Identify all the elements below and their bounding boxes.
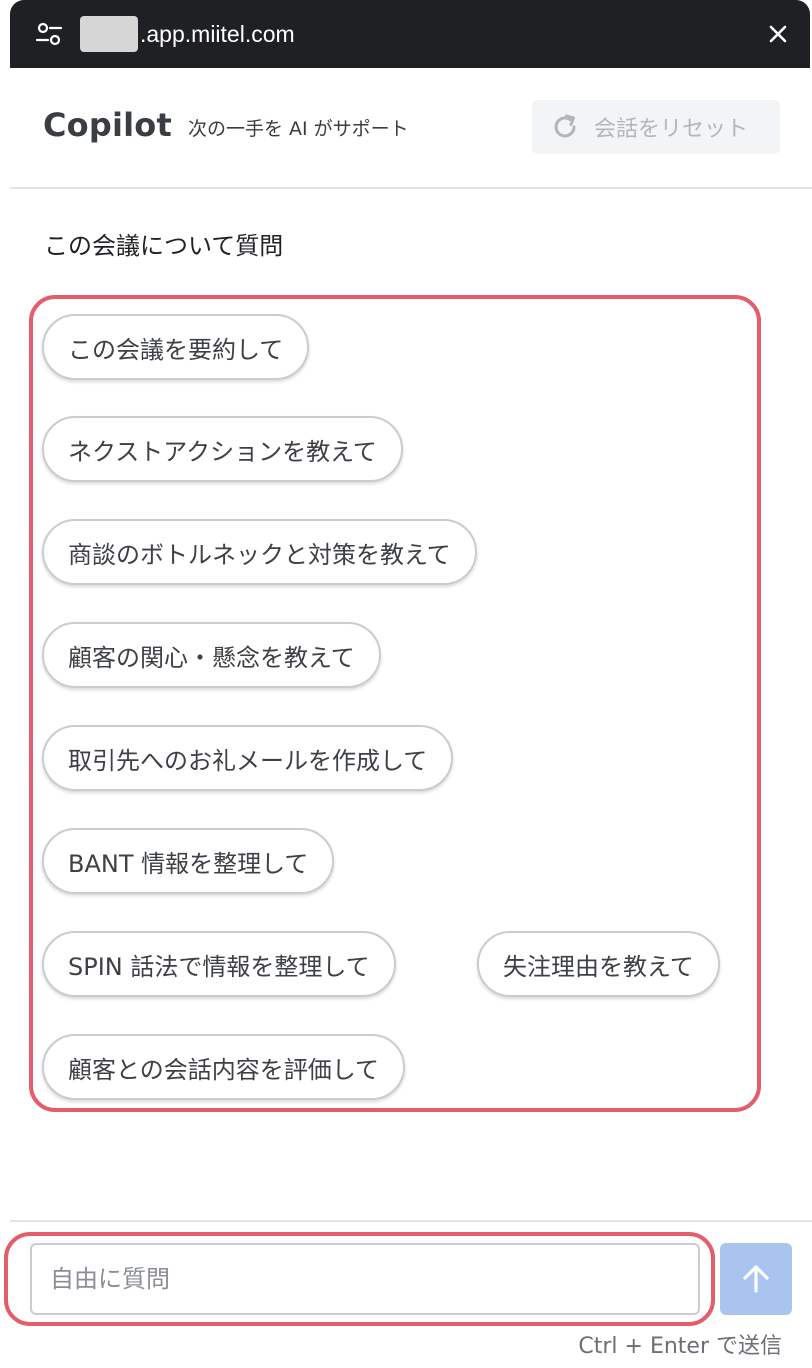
suggestion-chip[interactable]: ネクストアクションを教えて	[42, 416, 403, 482]
arrow-up-icon	[743, 1265, 769, 1293]
refresh-icon	[554, 114, 576, 138]
app-subtitle: 次の一手を AI がサポート	[188, 118, 409, 140]
suggestion-chip[interactable]: BANT 情報を整理して	[42, 828, 335, 894]
suggestion-chip[interactable]: 顧客との会話内容を評価して	[42, 1034, 406, 1100]
suggestion-chip[interactable]: 失注理由を教えて	[477, 931, 720, 997]
url-redaction	[80, 16, 138, 52]
suggestion-chip[interactable]: 顧客の関心・懸念を教えて	[42, 622, 381, 688]
reset-button-label: 会話をリセット	[594, 117, 749, 142]
suggestion-chip[interactable]: SPIN 話法で情報を整理して	[42, 931, 396, 997]
suggestion-chip[interactable]: 取引先へのお礼メールを作成して	[42, 725, 454, 791]
url-text[interactable]: .app.miitel.com	[140, 17, 295, 51]
app-title: Copilot	[43, 106, 172, 144]
suggestion-chip[interactable]: この会議を要約して	[42, 314, 310, 380]
suggestion-chip[interactable]: 商談のボトルネックと対策を教えて	[42, 519, 477, 585]
browser-titlebar: .app.miitel.com	[10, 0, 810, 68]
section-title: この会議について質問	[44, 232, 284, 260]
send-shortcut-hint: Ctrl + Enter で送信	[578, 1334, 782, 1359]
copilot-header: Copilot 次の一手を AI がサポート 会話をリセット	[10, 68, 812, 189]
sliders-icon[interactable]	[34, 19, 64, 49]
close-icon[interactable]	[764, 20, 792, 48]
question-input[interactable]	[30, 1243, 700, 1315]
reset-conversation-button[interactable]: 会話をリセット	[532, 100, 780, 154]
footer-divider	[10, 1220, 812, 1222]
send-button[interactable]	[720, 1243, 792, 1315]
